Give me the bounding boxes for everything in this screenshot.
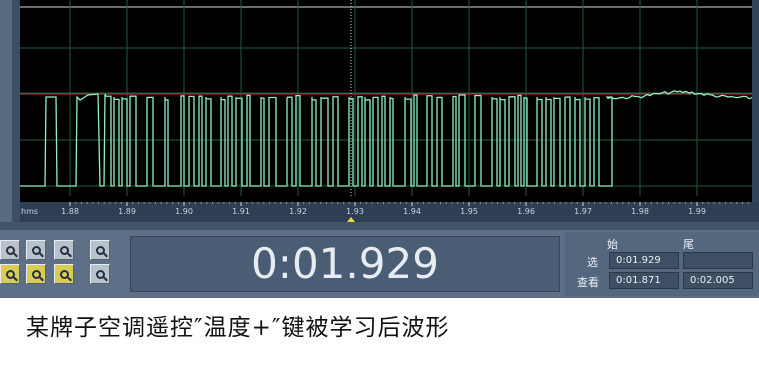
ruler-tick-label: 1.93: [346, 207, 364, 216]
waveform-trace: [20, 90, 759, 187]
view-end-field[interactable]: 0:02.005: [683, 272, 753, 289]
col-start-header: 始: [607, 238, 618, 251]
select-end-field[interactable]: [683, 252, 753, 269]
ruler-tick-label: 1.97: [574, 207, 592, 216]
zoom-right-icon: [59, 269, 69, 279]
zoom-left-button[interactable]: [26, 264, 46, 284]
waveform-svg: [20, 0, 759, 196]
time-ruler-svg: hms 1.88 1.89 1.90 1.91 1.92 1.93 1.94 1.95 1.96…: [21, 202, 749, 222]
select-row-label: 选: [587, 256, 598, 269]
select-start-field[interactable]: 0:01.929: [609, 252, 679, 269]
zoom-in-icon: [5, 245, 15, 255]
zoom-out-button[interactable]: [26, 240, 46, 260]
ruler-tick-label: 1.89: [118, 207, 136, 216]
view-row-label: 查看: [577, 276, 599, 289]
gutter-divider: [12, 0, 20, 222]
col-end-header: 尾: [683, 238, 694, 251]
ruler-tick-label: 1.88: [61, 207, 79, 216]
waveform-window: hms 1.88 1.89 1.90 1.91 1.92 1.93 1.94 1.95 1.96…: [0, 0, 759, 222]
selection-panel: 始 尾 选 查看 0:01.929 0:01.871 0:02.005: [565, 232, 759, 296]
waveform-plot[interactable]: [20, 0, 759, 202]
vertical-scrollbar[interactable]: [752, 0, 759, 222]
zoom-full-button[interactable]: [54, 240, 74, 260]
ruler-tick-label: 1.98: [631, 207, 649, 216]
zoom-selection-button[interactable]: [0, 264, 20, 284]
zoom-right-button[interactable]: [54, 264, 74, 284]
zoom-out-icon: [31, 245, 41, 255]
zoom-out-vertical-icon: [95, 269, 105, 279]
zoom-left-icon: [31, 269, 41, 279]
time-readout: 0:01.929: [251, 239, 439, 288]
ruler-tick-label: 1.94: [403, 207, 421, 216]
zoom-out-vertical-button[interactable]: [90, 264, 110, 284]
view-start-field[interactable]: 0:01.871: [609, 272, 679, 289]
ruler-tick-label: 1.90: [175, 207, 193, 216]
ruler-tick-label: 1.95: [460, 207, 478, 216]
control-bar-divider: [0, 222, 759, 230]
zoom-in-vertical-icon: [95, 245, 105, 255]
time-unit-label: hms: [21, 207, 38, 216]
ruler-tick-label: 1.96: [517, 207, 535, 216]
time-ruler[interactable]: hms 1.88 1.89 1.90 1.91 1.92 1.93 1.94 1.95 1.96…: [20, 202, 759, 222]
left-gutter: [0, 0, 12, 222]
time-display: 0:01.929: [130, 236, 560, 292]
ruler-tick-label: 1.91: [232, 207, 250, 216]
figure-caption: 某牌子空调遥控″温度+″键被学习后波形: [26, 315, 450, 341]
zoom-in-button[interactable]: [0, 240, 20, 260]
zoom-selection-icon: [5, 269, 15, 279]
ruler-tick-label: 1.99: [688, 207, 706, 216]
zoom-full-icon: [59, 245, 69, 255]
ruler-tick-label: 1.92: [289, 207, 307, 216]
zoom-in-vertical-button[interactable]: [90, 240, 110, 260]
